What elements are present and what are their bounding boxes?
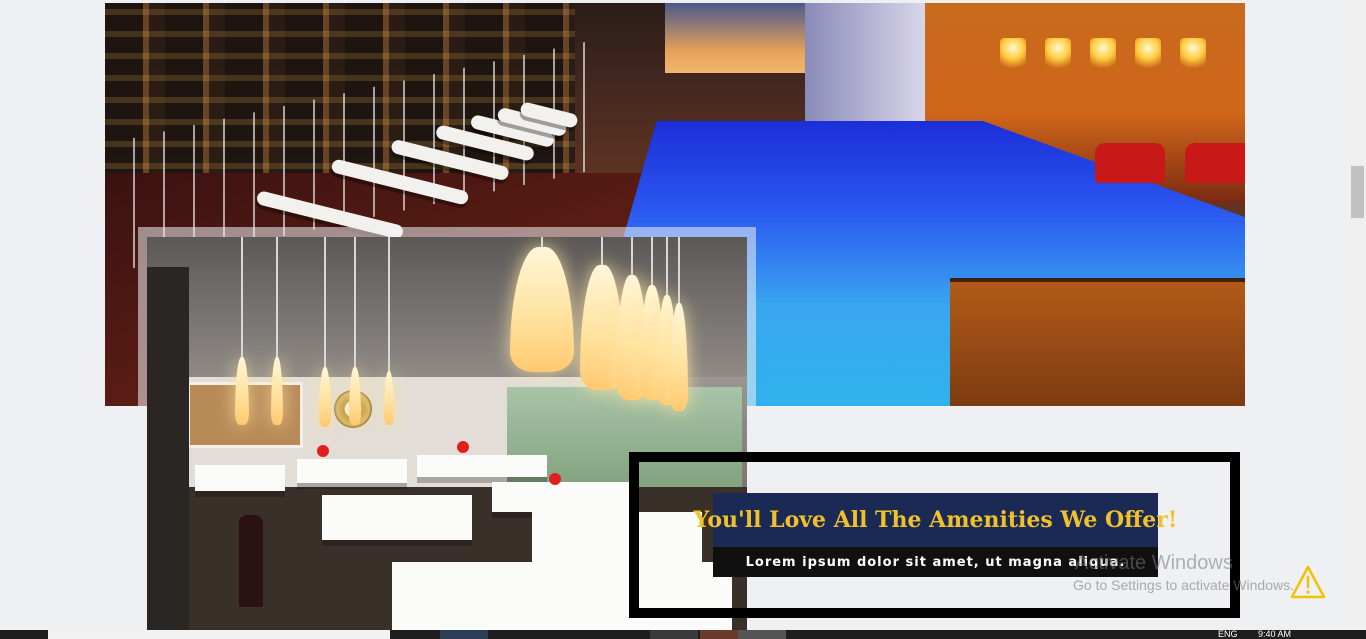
windows-start-icon[interactable] xyxy=(0,630,48,639)
windows-taskbar xyxy=(0,630,1366,639)
taskbar-app-button[interactable] xyxy=(650,630,698,639)
scrollbar-thumb[interactable] xyxy=(1351,166,1364,218)
promo-title: You'll Love All The Amenities We Offer! xyxy=(693,507,1178,533)
page-scrollbar[interactable] xyxy=(1349,0,1366,630)
warning-icon xyxy=(1290,565,1326,599)
search-icon[interactable] xyxy=(48,630,390,639)
taskbar-clock[interactable]: 9:40 AM xyxy=(1258,630,1291,639)
taskbar-app-button[interactable] xyxy=(738,630,786,639)
taskbar-app-button[interactable] xyxy=(440,630,488,639)
promo-subtitle: Lorem ipsum dolor sit amet, ut magna ali… xyxy=(745,554,1126,570)
taskbar-language[interactable]: ENG xyxy=(1218,630,1238,639)
activate-windows-title: Activate Windows xyxy=(1075,552,1233,574)
activate-windows-subtitle: Go to Settings to activate Windows. xyxy=(1073,577,1294,593)
promo-title-banner: You'll Love All The Amenities We Offer! xyxy=(694,493,1177,547)
